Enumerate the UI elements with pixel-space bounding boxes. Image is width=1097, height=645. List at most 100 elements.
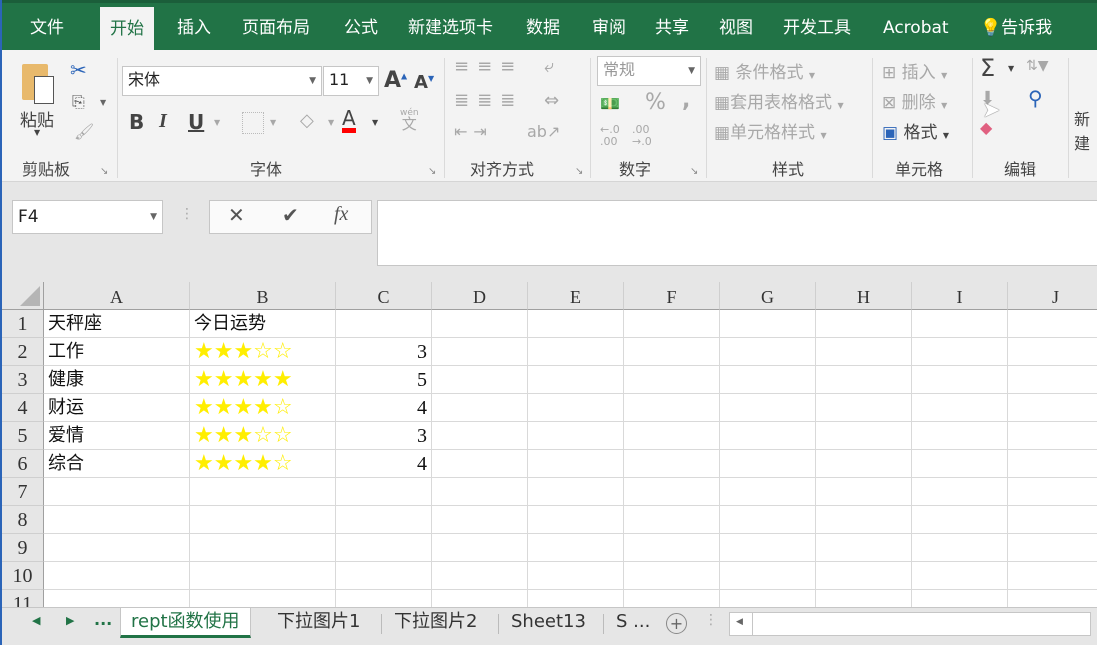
- sheet-tab-sheet13[interactable]: Sheet13: [501, 608, 596, 638]
- column-header[interactable]: G: [720, 282, 816, 310]
- cell-A5[interactable]: 爱情: [44, 422, 190, 450]
- format-painter-icon[interactable]: 🖌: [74, 122, 94, 141]
- column-header[interactable]: J: [1008, 282, 1097, 310]
- cell-H8[interactable]: [816, 506, 912, 534]
- cell-J7[interactable]: [1008, 478, 1097, 506]
- cell-C1[interactable]: [336, 310, 432, 338]
- cell-G7[interactable]: [720, 478, 816, 506]
- formula-bar-grip-icon[interactable]: ⋮: [180, 206, 194, 222]
- tab-review[interactable]: 审阅: [582, 15, 636, 53]
- tab-home[interactable]: 开始: [100, 7, 154, 53]
- cell-G4[interactable]: [720, 394, 816, 422]
- cell-A6[interactable]: 综合: [44, 450, 190, 478]
- cell-G11[interactable]: [720, 590, 816, 607]
- cell-G8[interactable]: [720, 506, 816, 534]
- cell-A8[interactable]: [44, 506, 190, 534]
- underline-dropdown-icon[interactable]: ▼: [214, 118, 220, 127]
- cell-G5[interactable]: [720, 422, 816, 450]
- tab-developer[interactable]: 开发工具: [773, 15, 861, 53]
- tab-view[interactable]: 视图: [709, 15, 763, 53]
- underline-button[interactable]: U: [188, 110, 204, 134]
- borders-dropdown-icon[interactable]: ▼: [270, 118, 276, 127]
- cell-C3[interactable]: 5: [336, 366, 432, 394]
- cell-J3[interactable]: [1008, 366, 1097, 394]
- delete-cells-button[interactable]: ⊠ 删除 ▼: [882, 88, 947, 113]
- cell-J9[interactable]: [1008, 534, 1097, 562]
- font-color-dropdown-icon[interactable]: ▼: [372, 118, 378, 127]
- cell-A1[interactable]: 天秤座: [44, 310, 190, 338]
- cell-B3[interactable]: ★★★★★: [190, 366, 336, 394]
- cell-E3[interactable]: [528, 366, 624, 394]
- font-launcher-icon[interactable]: ↘: [428, 166, 436, 177]
- cell-F7[interactable]: [624, 478, 720, 506]
- cell-G6[interactable]: [720, 450, 816, 478]
- column-header[interactable]: I: [912, 282, 1008, 310]
- cell-E7[interactable]: [528, 478, 624, 506]
- decrease-font-icon[interactable]: A▼: [414, 72, 434, 93]
- cell-D11[interactable]: [432, 590, 528, 607]
- scroll-left-icon[interactable]: ◀: [736, 617, 743, 627]
- cell-H2[interactable]: [816, 338, 912, 366]
- row-header[interactable]: 1: [2, 310, 44, 338]
- cell-C6[interactable]: 4: [336, 450, 432, 478]
- row-header[interactable]: 4: [2, 394, 44, 422]
- cell-F6[interactable]: [624, 450, 720, 478]
- tell-me-button[interactable]: 💡告诉我: [970, 15, 1062, 53]
- sheet-tab-dropdown-image-2[interactable]: 下拉图片2: [384, 608, 487, 638]
- column-header[interactable]: H: [816, 282, 912, 310]
- sheet-tab-dropdown-image-1[interactable]: 下拉图片1: [267, 608, 370, 638]
- fill-color-icon[interactable]: ◇: [300, 110, 314, 131]
- cell-H4[interactable]: [816, 394, 912, 422]
- cell-D7[interactable]: [432, 478, 528, 506]
- cell-A9[interactable]: [44, 534, 190, 562]
- cell-H5[interactable]: [816, 422, 912, 450]
- borders-icon[interactable]: [242, 112, 264, 134]
- wrap-text-icon[interactable]: ⤶: [544, 56, 554, 77]
- percent-button[interactable]: %: [645, 90, 666, 115]
- cell-E6[interactable]: [528, 450, 624, 478]
- tab-new-tab[interactable]: 新建选项卡: [398, 15, 503, 53]
- cell-C8[interactable]: [336, 506, 432, 534]
- cell-F9[interactable]: [624, 534, 720, 562]
- cell-I2[interactable]: [912, 338, 1008, 366]
- cell-C10[interactable]: [336, 562, 432, 590]
- cell-I9[interactable]: [912, 534, 1008, 562]
- cell-I8[interactable]: [912, 506, 1008, 534]
- cell-D2[interactable]: [432, 338, 528, 366]
- cell-A2[interactable]: 工作: [44, 338, 190, 366]
- sort-filter-icon[interactable]: ⇅▼: [1026, 58, 1049, 74]
- formula-input[interactable]: [377, 200, 1097, 266]
- number-launcher-icon[interactable]: ↘: [690, 166, 698, 177]
- cell-D3[interactable]: [432, 366, 528, 394]
- cut-icon[interactable]: ✂: [70, 58, 87, 82]
- cell-F4[interactable]: [624, 394, 720, 422]
- cell-H6[interactable]: [816, 450, 912, 478]
- cell-E10[interactable]: [528, 562, 624, 590]
- column-header[interactable]: D: [432, 282, 528, 310]
- cell-J2[interactable]: [1008, 338, 1097, 366]
- row-header[interactable]: 2: [2, 338, 44, 366]
- orientation-icon[interactable]: ab↗: [527, 122, 560, 141]
- cell-I4[interactable]: [912, 394, 1008, 422]
- comma-button[interactable]: ,: [682, 88, 690, 113]
- font-name-combo[interactable]: 宋体 ▼: [122, 66, 322, 96]
- cell-I5[interactable]: [912, 422, 1008, 450]
- number-format-combo[interactable]: 常规 ▼: [597, 56, 701, 86]
- cell-G1[interactable]: [720, 310, 816, 338]
- enter-button[interactable]: ✔: [282, 203, 299, 227]
- sheet-more-button[interactable]: ...: [94, 610, 112, 629]
- cell-D8[interactable]: [432, 506, 528, 534]
- autosum-dropdown-icon[interactable]: ▼: [1008, 64, 1014, 73]
- cell-E11[interactable]: [528, 590, 624, 607]
- insert-cells-button[interactable]: ⊞ 插入 ▼: [882, 58, 947, 83]
- find-select-icon[interactable]: ⚲: [1028, 86, 1043, 110]
- row-header[interactable]: 8: [2, 506, 44, 534]
- cell-G2[interactable]: [720, 338, 816, 366]
- cell-F2[interactable]: [624, 338, 720, 366]
- cell-J11[interactable]: [1008, 590, 1097, 607]
- tab-acrobat[interactable]: Acrobat: [873, 15, 959, 53]
- tab-formulas[interactable]: 公式: [334, 15, 388, 53]
- cell-F8[interactable]: [624, 506, 720, 534]
- cell-I3[interactable]: [912, 366, 1008, 394]
- cell-J6[interactable]: [1008, 450, 1097, 478]
